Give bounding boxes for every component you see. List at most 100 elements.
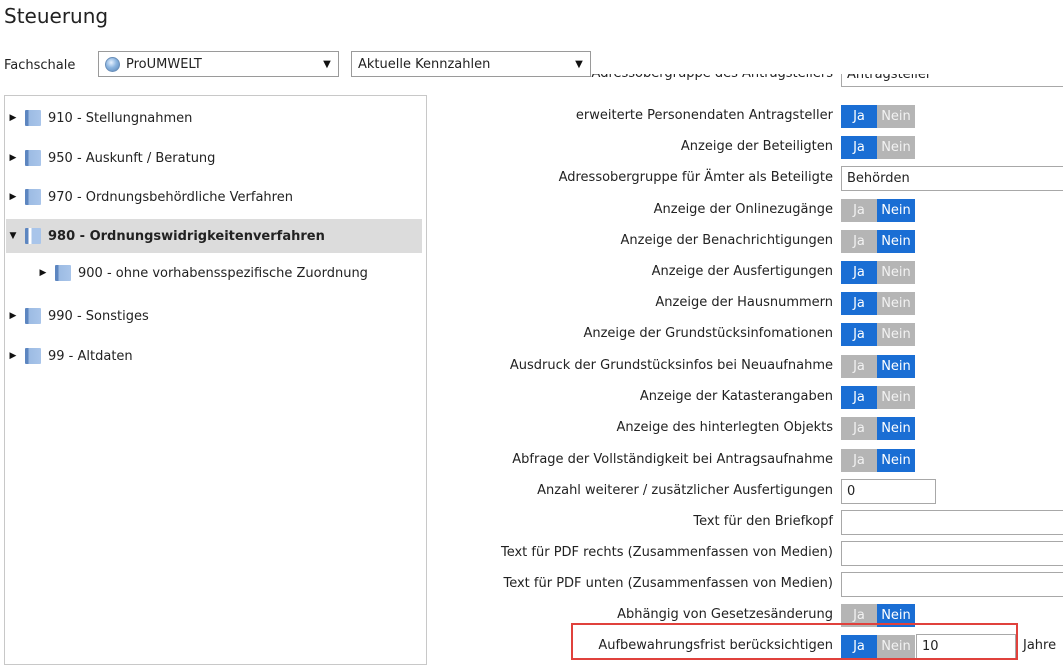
collapse-arrow-icon[interactable]: ▼ [6, 231, 20, 241]
tree-node-label: 900 - ohne vorhabensspezifische Zuordnun… [78, 265, 368, 281]
form-row: Anzeige der Beteiligten Ja Nein [420, 133, 1063, 161]
expand-arrow-icon[interactable]: ▶ [6, 192, 20, 202]
folder-icon [25, 150, 41, 166]
form-row: Anzeige der Onlinezugänge Ja Nein [420, 196, 1063, 224]
form-label: Adressobergruppe für Ämter als Beteiligt… [558, 170, 833, 185]
form-label: Abfrage der Vollständigkeit bei Antragsa… [512, 452, 833, 467]
expand-arrow-icon[interactable]: ▶ [36, 268, 50, 278]
ja-nein-toggle[interactable]: Ja Nein [841, 105, 915, 128]
expand-arrow-icon[interactable]: ▶ [6, 153, 20, 163]
toggle-nein-option[interactable]: Nein [877, 417, 915, 440]
toggle-ja-option[interactable]: Ja [841, 105, 877, 128]
form-row: Ausdruck der Grundstücksinfos bei Neuauf… [420, 352, 1063, 380]
form-label: Text für PDF unten (Zusammenfassen von M… [503, 576, 833, 591]
unit-label: Jahre [1023, 638, 1057, 653]
text-input[interactable]: Behörden [841, 166, 1063, 191]
toggle-nein-option[interactable]: Nein [877, 105, 915, 128]
tree-node-label: 970 - Ordnungsbehördliche Verfahren [48, 189, 293, 205]
toggle-ja-option[interactable]: Ja [841, 323, 877, 346]
toggle-nein-option[interactable]: Nein [877, 355, 915, 378]
folder-icon [55, 265, 71, 281]
tree-node-900[interactable]: ▶ 900 - ohne vorhabensspezifische Zuordn… [36, 256, 422, 290]
fachschale-dropdown[interactable]: ProUMWELT ▼ [98, 51, 339, 77]
form-label: Ausdruck der Grundstücksinfos bei Neuauf… [509, 358, 833, 373]
toggle-ja-option[interactable]: Ja [841, 199, 877, 222]
number-input[interactable]: 0 [841, 479, 936, 504]
tree-node-910[interactable]: ▶ 910 - Stellungnahmen [6, 101, 422, 135]
toggle-ja-option[interactable]: Ja [841, 292, 877, 315]
globe-icon [105, 56, 120, 72]
kennzahlen-selected: Aktuelle Kennzahlen [358, 56, 491, 72]
toggle-ja-option[interactable]: Ja [841, 261, 877, 284]
form-row: Text für PDF rechts (Zusammenfassen von … [420, 539, 1063, 567]
tree-node-label: 99 - Altdaten [48, 348, 133, 364]
ja-nein-toggle[interactable]: Ja Nein [841, 386, 915, 409]
form-label: Text für PDF rechts (Zusammenfassen von … [500, 545, 833, 560]
tree-node-label: 990 - Sonstiges [48, 308, 149, 324]
form-row: Text für PDF unten (Zusammenfassen von M… [420, 570, 1063, 598]
tree-node-990[interactable]: ▶ 990 - Sonstiges [6, 299, 422, 333]
form-label: Anzeige der Benachrichtigungen [620, 233, 833, 248]
ja-nein-toggle[interactable]: Ja Nein [841, 417, 915, 440]
toggle-nein-option[interactable]: Nein [877, 199, 915, 222]
ja-nein-toggle[interactable]: Ja Nein [841, 355, 915, 378]
folder-icon [25, 189, 41, 205]
form-label: Anzeige der Hausnummern [655, 295, 833, 310]
tree-node-970[interactable]: ▶ 970 - Ordnungsbehördliche Verfahren [6, 180, 422, 214]
expand-arrow-icon[interactable]: ▶ [6, 113, 20, 123]
tree-node-label: 910 - Stellungnahmen [48, 110, 193, 126]
form-row: Anzahl weiterer / zusätzlicher Ausfertig… [420, 477, 1063, 505]
form-label: Anzeige der Ausfertigungen [651, 264, 833, 279]
ja-nein-toggle[interactable]: Ja Nein [841, 292, 915, 315]
toggle-nein-option[interactable]: Nein [877, 230, 915, 253]
toggle-nein-option[interactable]: Nein [877, 136, 915, 159]
form-row: Anzeige des hinterlegten Objekts Ja Nein [420, 414, 1063, 442]
tree-node-label: 980 - Ordnungswidrigkeitenverfahren [48, 228, 325, 244]
ja-nein-toggle[interactable]: Ja Nein [841, 323, 915, 346]
form-label: Anzahl weiterer / zusätzlicher Ausfertig… [537, 483, 833, 498]
form-row: Anzeige der Grundstücksinfomationen Ja Nei… [420, 320, 1063, 348]
toggle-ja-option[interactable]: Ja [841, 386, 877, 409]
chevron-down-icon[interactable]: ▼ [568, 59, 590, 70]
toggle-nein-option[interactable]: Nein [877, 323, 915, 346]
text-input[interactable] [841, 572, 1063, 597]
form-row: Anzeige der Benachrichtigungen Ja Nein [420, 227, 1063, 255]
toggle-nein-option[interactable]: Nein [877, 449, 915, 472]
window-title: Steuerung [4, 4, 109, 28]
form-row: Abfrage der Vollständigkeit bei Antragsa… [420, 446, 1063, 474]
form-label: erweiterte Personendaten Antragsteller [575, 108, 833, 123]
toggle-ja-option[interactable]: Ja [841, 417, 877, 440]
tree-view[interactable]: ▶ 910 - Stellungnahmen ▶ 950 - Auskunft … [4, 95, 427, 665]
chevron-down-icon[interactable]: ▼ [316, 59, 338, 70]
folder-icon [25, 308, 41, 324]
expand-arrow-icon[interactable]: ▶ [6, 351, 20, 361]
ja-nein-toggle[interactable]: Ja Nein [841, 449, 915, 472]
form-label: Anzeige des hinterlegten Objekts [616, 420, 833, 435]
open-folder-icon [25, 228, 41, 244]
expand-arrow-icon[interactable]: ▶ [6, 311, 20, 321]
form-row: Anzeige der Hausnummern Ja Nein [420, 289, 1063, 317]
ja-nein-toggle[interactable]: Ja Nein [841, 136, 915, 159]
form-label: Anzeige der Katasterangaben [639, 389, 833, 404]
folder-icon [25, 110, 41, 126]
tree-node-980[interactable]: ▼ 980 - Ordnungswidrigkeitenverfahren [6, 219, 422, 253]
toggle-ja-option[interactable]: Ja [841, 230, 877, 253]
ja-nein-toggle[interactable]: Ja Nein [841, 261, 915, 284]
tree-node-99[interactable]: ▶ 99 - Altdaten [6, 339, 422, 373]
form-row: erweiterte Personendaten Antragsteller Ja… [420, 102, 1063, 130]
highlight-box [571, 623, 1018, 660]
adressobergruppe-antragsteller-field[interactable]: Antragsteller [841, 74, 1063, 87]
tree-node-950[interactable]: ▶ 950 - Auskunft / Beratung [6, 141, 422, 175]
fachschale-selected: ProUMWELT [126, 56, 202, 72]
toggle-nein-option[interactable]: Nein [877, 261, 915, 284]
text-input[interactable] [841, 541, 1063, 566]
toggle-nein-option[interactable]: Nein [877, 386, 915, 409]
toggle-nein-option[interactable]: Nein [877, 292, 915, 315]
toggle-ja-option[interactable]: Ja [841, 449, 877, 472]
toggle-ja-option[interactable]: Ja [841, 355, 877, 378]
form-label: Anzeige der Grundstücksinfomationen [583, 326, 833, 341]
toggle-ja-option[interactable]: Ja [841, 136, 877, 159]
ja-nein-toggle[interactable]: Ja Nein [841, 199, 915, 222]
text-input[interactable] [841, 510, 1063, 535]
ja-nein-toggle[interactable]: Ja Nein [841, 230, 915, 253]
